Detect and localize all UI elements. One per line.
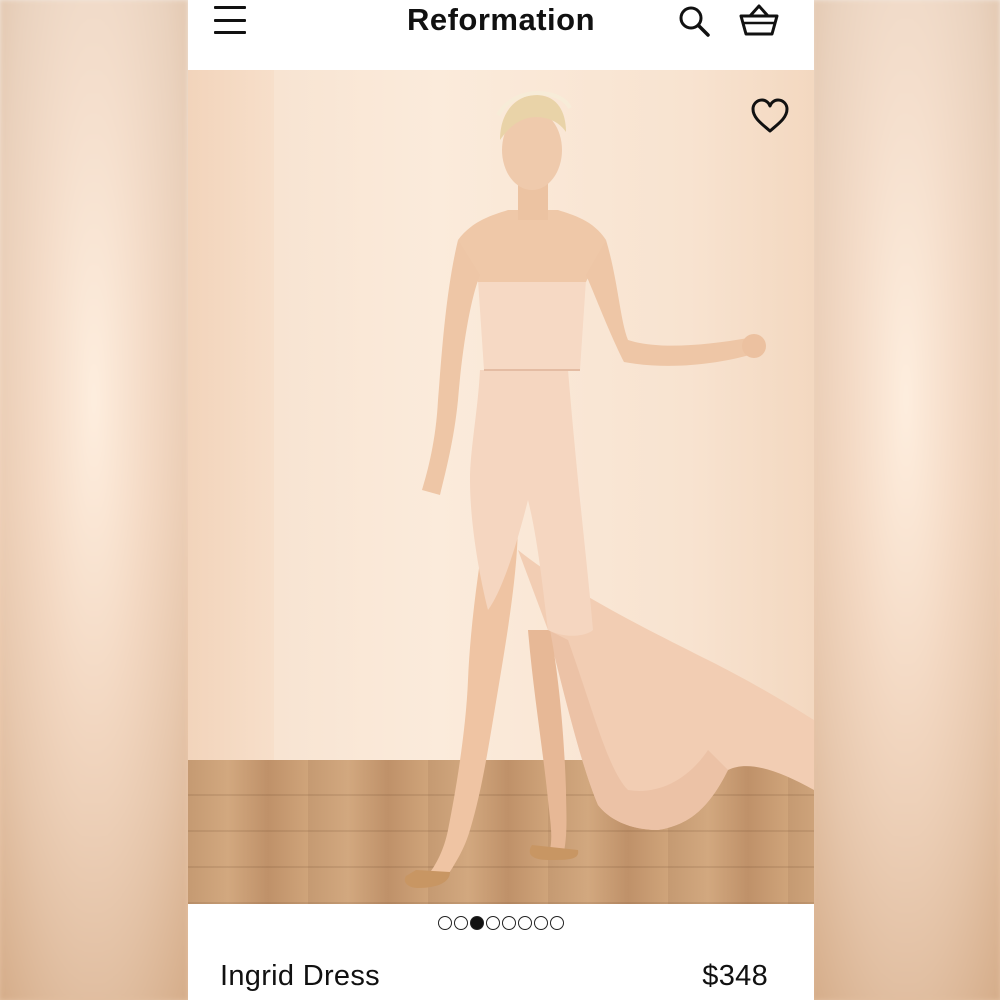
blurred-backdrop-left — [0, 0, 188, 1000]
model-photo — [404, 91, 814, 888]
carousel-dot[interactable] — [534, 916, 548, 930]
shopping-basket-icon[interactable] — [738, 2, 780, 38]
carousel-dot[interactable] — [502, 916, 516, 930]
product-price: $348 — [702, 960, 768, 992]
carousel-dot[interactable] — [454, 916, 468, 930]
carousel-dot[interactable] — [550, 916, 564, 930]
carousel-dot[interactable] — [438, 916, 452, 930]
product-page: Reformation Ingrid Dress $348 — [188, 0, 814, 1000]
product-name: Ingrid Dress — [220, 960, 380, 992]
blurred-backdrop-right — [812, 0, 1000, 1000]
image-carousel-indicator[interactable] — [188, 916, 814, 932]
brand-logo[interactable]: Reformation — [188, 2, 814, 38]
search-icon[interactable] — [677, 4, 711, 38]
carousel-dot[interactable] — [518, 916, 532, 930]
top-bar: Reformation — [188, 0, 814, 70]
heart-icon[interactable] — [750, 98, 790, 134]
product-image[interactable] — [188, 70, 814, 904]
carousel-dot-active[interactable] — [470, 916, 484, 930]
carousel-dot[interactable] — [486, 916, 500, 930]
